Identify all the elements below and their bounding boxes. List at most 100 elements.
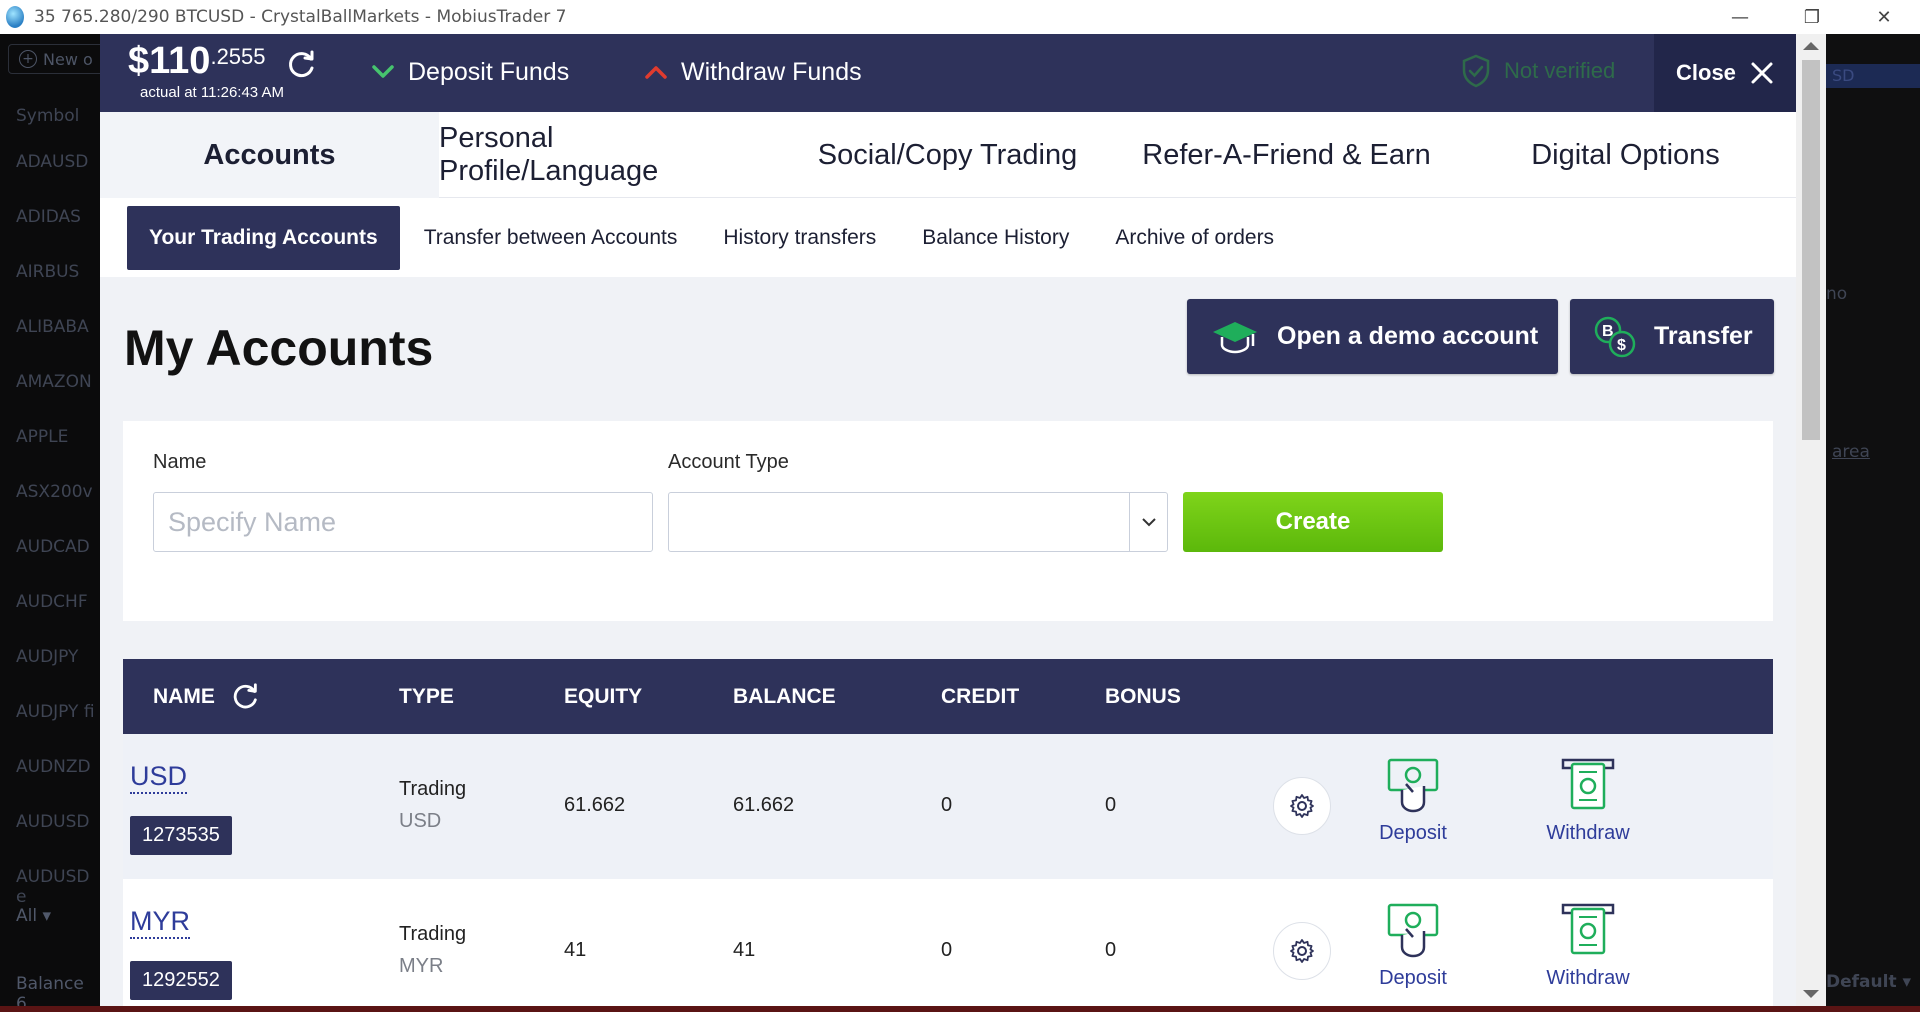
minimize-button[interactable]: —: [1704, 0, 1776, 34]
withdraw-funds-button[interactable]: Withdraw Funds: [645, 54, 862, 90]
tab-social-copy-trading[interactable]: Social/Copy Trading: [778, 112, 1117, 198]
deposit-funds-button[interactable]: Deposit Funds: [372, 54, 569, 90]
verification-status[interactable]: Not verified: [1462, 52, 1615, 90]
right-panel: SD no area Default ▾: [1826, 34, 1920, 1012]
app-icon: [6, 6, 24, 28]
balance-timestamp: actual at 11:26:43 AM: [140, 84, 284, 101]
account-type-currency: MYR: [399, 955, 444, 977]
name-label: Name: [153, 451, 207, 473]
scroll-up-arrow[interactable]: [1803, 42, 1819, 50]
symbol-list-item[interactable]: ADAUSD: [16, 152, 88, 172]
symbol-list-item[interactable]: ASX200v: [16, 482, 93, 502]
account-settings-button[interactable]: [1273, 777, 1331, 835]
modal-scrollbar[interactable]: [1796, 34, 1826, 1006]
symbol-list-item[interactable]: AMAZON: [16, 372, 92, 392]
open-demo-account-button[interactable]: Open a demo account: [1187, 299, 1558, 374]
deposit-label: Deposit: [1379, 822, 1447, 844]
subtab-your-trading-accounts[interactable]: Your Trading Accounts: [127, 205, 400, 270]
deposit-action[interactable]: Deposit: [1353, 756, 1473, 845]
transfer-button[interactable]: B $ Transfer: [1570, 299, 1774, 374]
sub-tabs: Your Trading Accounts Transfer between A…: [100, 198, 1796, 277]
scroll-down-arrow[interactable]: [1803, 990, 1819, 998]
refresh-icon[interactable]: [284, 48, 318, 82]
create-account-button[interactable]: Create: [1183, 492, 1443, 552]
chevron-down-icon: [372, 65, 394, 78]
transfer-label: Transfer: [1654, 322, 1753, 350]
window-titlebar: 35 765.280/290 BTCUSD - CrystalBallMarke…: [0, 0, 1920, 34]
tab-refer-a-friend[interactable]: Refer-A-Friend & Earn: [1117, 112, 1456, 198]
name-input[interactable]: [153, 492, 653, 552]
page-title: My Accounts: [124, 320, 434, 376]
account-number-badge: 1292552: [130, 961, 232, 1000]
symbol-list-item[interactable]: AUDCAD: [16, 537, 90, 557]
right-panel-currency: SD: [1832, 66, 1855, 85]
withdraw-label: Withdraw: [1546, 822, 1630, 844]
symbol-list-item[interactable]: ALIBABA: [16, 317, 89, 337]
account-equity: 41: [564, 939, 587, 961]
account-type-select[interactable]: [668, 492, 1168, 552]
symbol-list-item[interactable]: AUDJPY fi: [16, 702, 95, 722]
tab-digital-options[interactable]: Digital Options: [1456, 112, 1795, 198]
balance-decimal: .2555: [210, 44, 266, 69]
account-settings-button[interactable]: [1273, 922, 1331, 980]
right-panel-header: SD: [1826, 64, 1920, 88]
account-currency-link[interactable]: USD: [130, 760, 188, 794]
symbol-list-item[interactable]: AIRBUS: [16, 262, 79, 282]
status-strip: [0, 1006, 1920, 1012]
col-equity: EQUITY: [564, 684, 643, 708]
account-balance: 41: [733, 939, 756, 961]
col-bonus: BONUS: [1105, 684, 1181, 708]
right-panel-default-select[interactable]: Default ▾: [1826, 972, 1911, 992]
account-modal: $110.2555 actual at 11:26:43 AM Deposit …: [100, 34, 1826, 1006]
symbol-list-item[interactable]: ADIDAS: [16, 207, 81, 227]
create-account-form: Name Account Type Create: [123, 421, 1773, 621]
symbol-list-item[interactable]: AUDJPY: [16, 647, 78, 667]
subtab-history-transfers[interactable]: History transfers: [701, 206, 898, 270]
svg-text:$: $: [1617, 337, 1626, 354]
subtab-balance-history[interactable]: Balance History: [900, 206, 1091, 270]
modal-topbar: $110.2555 actual at 11:26:43 AM Deposit …: [100, 34, 1796, 112]
col-name[interactable]: NAME: [153, 659, 261, 734]
restore-button[interactable]: ❐: [1776, 0, 1848, 34]
account-type: Trading: [399, 778, 467, 800]
col-name-label: NAME: [153, 684, 215, 708]
account-credit: 0: [941, 794, 953, 816]
withdraw-action[interactable]: Withdraw: [1528, 901, 1648, 990]
col-type: TYPE: [399, 684, 454, 708]
symbol-list-item[interactable]: AUDNZD: [16, 757, 91, 777]
symbol-panel: + New o Symbol ADAUSD ADIDAS AIRBUS ALIBABA…: [0, 34, 118, 1012]
main-tabs: Accounts Personal Profile/Language Socia…: [100, 112, 1796, 198]
window-close-button[interactable]: ✕: [1848, 0, 1920, 34]
symbol-list-item[interactable]: AUDCHF: [16, 592, 88, 612]
modal-close-button[interactable]: Close: [1654, 34, 1796, 112]
account-type: Trading: [399, 923, 467, 945]
refresh-icon[interactable]: [229, 681, 261, 713]
scrollbar-thumb[interactable]: [1802, 60, 1820, 440]
exchange-icon: B $: [1594, 316, 1636, 357]
withdraw-action[interactable]: Withdraw: [1528, 756, 1648, 845]
select-arrow[interactable]: [1129, 493, 1167, 551]
account-credit: 0: [941, 939, 953, 961]
account-type-currency: USD: [399, 810, 442, 832]
not-verified-label: Not verified: [1504, 58, 1616, 83]
symbol-list-item[interactable]: AUDUSD e: [16, 867, 100, 907]
right-panel-text: no: [1826, 284, 1848, 304]
account-balance: $110.2555: [128, 40, 266, 83]
right-panel-area-link[interactable]: area: [1832, 442, 1870, 462]
symbol-column-header: Symbol: [16, 106, 80, 126]
tab-accounts[interactable]: Accounts: [100, 112, 439, 198]
chevron-down-icon: [1141, 518, 1156, 527]
account-currency-link[interactable]: MYR: [130, 905, 190, 939]
chevron-up-icon: [645, 66, 667, 79]
tab-personal-profile[interactable]: Personal Profile/Language: [439, 112, 778, 198]
col-credit: CREDIT: [941, 684, 1020, 708]
deposit-action[interactable]: Deposit: [1353, 901, 1473, 990]
symbol-filter-select[interactable]: All ▾: [16, 906, 51, 926]
window-controls: — ❐ ✕: [1704, 0, 1920, 34]
subtab-transfer-between-accounts[interactable]: Transfer between Accounts: [402, 206, 700, 270]
subtab-archive-of-orders[interactable]: Archive of orders: [1093, 206, 1296, 270]
symbol-list-item[interactable]: APPLE: [16, 427, 68, 447]
symbol-list-item[interactable]: AUDUSD: [16, 812, 90, 832]
withdraw-funds-label: Withdraw Funds: [681, 57, 862, 86]
deposit-label: Deposit: [1379, 967, 1447, 989]
